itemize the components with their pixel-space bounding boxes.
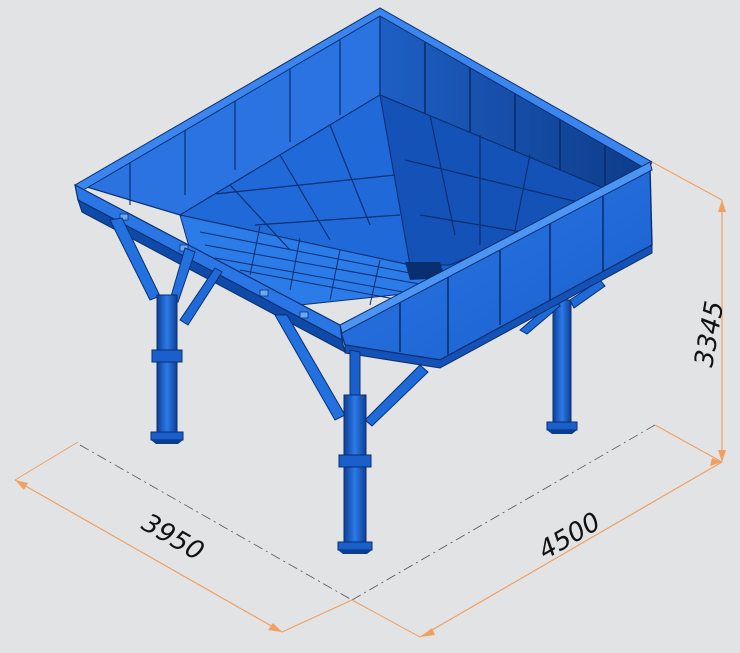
hopper-drawing: 3950 4500 3345 [14,7,730,638]
height-dimension-label: 3345 [689,299,730,369]
width-dimension-label: 3950 [137,508,209,567]
cad-viewport[interactable]: 3950 4500 3345 [0,0,740,653]
length-dimension-label: 4500 [534,507,606,566]
